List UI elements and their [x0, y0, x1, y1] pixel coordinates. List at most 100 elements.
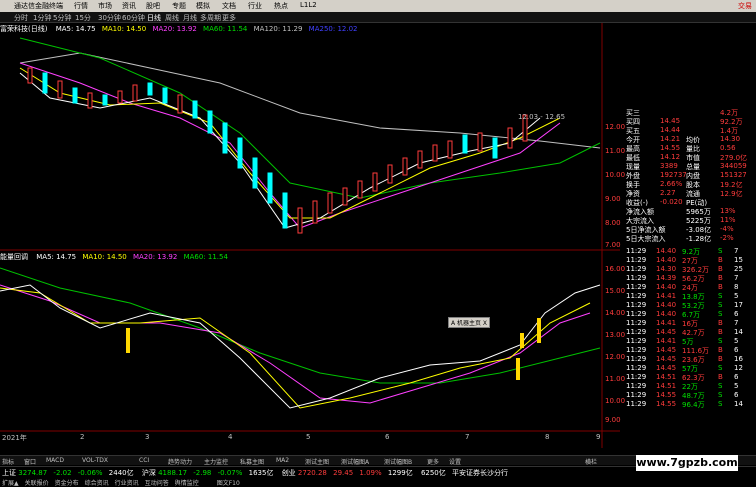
- sz-amount: 1635亿: [248, 469, 274, 477]
- candle: [117, 90, 123, 104]
- menu-l1l2[interactable]: L1L2: [300, 1, 317, 9]
- signal-bar: [537, 318, 541, 343]
- tab-monthly[interactable]: 月线: [183, 13, 197, 23]
- candle: [297, 207, 303, 234]
- indicator-tab[interactable]: 窗口: [24, 457, 36, 466]
- date-tick: 9: [596, 433, 601, 441]
- indicator-tab[interactable]: VOL-TDX: [82, 457, 108, 464]
- tick-row: 11:29 14.41 5万 S 5: [620, 337, 756, 346]
- candle: [327, 192, 333, 214]
- menu-sim[interactable]: 模拟: [196, 1, 210, 11]
- status-links: 扩展▲ 关联报价 资金分布 综合资讯 行业资讯 互动问答 舆情监控 图文F10: [2, 478, 246, 487]
- tick-row: 11:29 14.39 56.2万 B 7: [620, 274, 756, 283]
- status-link[interactable]: 行业资讯: [115, 480, 139, 487]
- menu-quotes[interactable]: 行情: [74, 1, 88, 11]
- sub-price-axis: 16.00 15.00 14.00 13.00 12.00 11.00 10.0…: [605, 250, 625, 430]
- tab-60min[interactable]: 60分钟: [122, 13, 145, 23]
- candle: [267, 172, 273, 204]
- status-link[interactable]: 关联报价: [25, 480, 49, 487]
- quote-value: 14.12: [660, 153, 681, 161]
- candle: [72, 87, 78, 104]
- candle: [342, 187, 348, 206]
- tab-15min[interactable]: 15分: [75, 13, 91, 23]
- menu-news[interactable]: 资讯: [122, 1, 136, 11]
- ma20-label: MA20: 13.92: [152, 25, 197, 33]
- tick-side: B: [718, 328, 723, 336]
- indicator-tab[interactable]: 测试幅图A: [341, 457, 369, 466]
- tick-count: 7: [734, 247, 739, 255]
- news-ticker[interactable]: 平安证券长沙分行: [452, 469, 508, 477]
- indicator-tab[interactable]: 趋势动力: [168, 457, 192, 466]
- tab-5min[interactable]: 5分钟: [53, 13, 71, 23]
- main-ma-lines: [19, 37, 601, 229]
- status-link[interactable]: 资金分布: [55, 480, 79, 487]
- indicator-tab[interactable]: 指标: [2, 457, 14, 466]
- indicator-tab[interactable]: 更多: [427, 457, 439, 466]
- candle: [192, 100, 198, 119]
- tab-multi[interactable]: 多周期: [200, 13, 221, 23]
- tick-side: B: [718, 265, 723, 273]
- tab-weekly[interactable]: 周线: [165, 13, 179, 23]
- menu-topic[interactable]: 专题: [172, 1, 186, 11]
- menu-hot[interactable]: 热点: [274, 1, 288, 11]
- ma5-label: MA5: 14.75: [55, 25, 96, 33]
- chart-area[interactable]: 富荣科技(日线) MA5: 14.75 MA10: 14.50 MA20: 13…: [0, 23, 625, 448]
- tick-count: 16: [734, 355, 743, 363]
- status-link[interactable]: 扩展▲: [2, 480, 19, 487]
- candle: [252, 157, 258, 189]
- popup-tag[interactable]: A 机器主页 X: [448, 317, 491, 328]
- indicator-tab[interactable]: CCI: [139, 457, 149, 464]
- indicator-tab[interactable]: 主力监控: [204, 457, 228, 466]
- tick-side: S: [718, 292, 723, 300]
- tick-time: 11:29: [626, 265, 647, 273]
- tick-row: 11:29 14.40 53.2万 S 17: [620, 301, 756, 310]
- tick-row: 11:29 14.30 326.2万 B 25: [620, 265, 756, 274]
- menu-market[interactable]: 市场: [98, 1, 112, 11]
- candle: [477, 132, 483, 152]
- indicator-tab[interactable]: 测试幅图B: [384, 457, 412, 466]
- trade-button[interactable]: 交易: [738, 1, 752, 11]
- candle: [207, 110, 213, 134]
- tick-time: 11:29: [626, 382, 647, 390]
- status-link[interactable]: 舆情监控: [175, 480, 199, 487]
- tick-side: S: [718, 391, 723, 399]
- candle: [417, 150, 423, 169]
- quote-value: -0.020: [660, 198, 683, 206]
- date-tick: 5: [306, 433, 311, 441]
- main-price-axis: 12.00 11.00 10.00 9.00 8.00 7.00: [605, 23, 625, 250]
- sh-change: -2.02: [53, 469, 72, 477]
- fold-toggle[interactable]: 横栏: [585, 457, 597, 466]
- quote-row: 换手 2.66% 股本 19.2亿: [620, 180, 756, 189]
- status-link[interactable]: 图文F10: [217, 480, 240, 487]
- indicator-tab[interactable]: MACD: [46, 457, 64, 464]
- indicator-tab[interactable]: 设置: [449, 457, 461, 466]
- indicator-tab[interactable]: 私募主图: [240, 457, 264, 466]
- menu-forum[interactable]: 股吧: [146, 1, 160, 11]
- tick-count: 6: [734, 373, 739, 381]
- tick-row: 11:29 14.40 9.2万 S 7: [620, 247, 756, 256]
- tab-30min[interactable]: 30分钟: [98, 13, 121, 23]
- menu-doc[interactable]: 文档: [222, 1, 236, 11]
- candle: [357, 180, 363, 199]
- cy-change: 29.45: [333, 469, 354, 477]
- candle: [102, 94, 108, 106]
- quote-value-2: 14.30: [720, 135, 741, 143]
- tab-daily[interactable]: 日线: [147, 13, 161, 23]
- candle: [492, 137, 498, 159]
- candle: [147, 82, 153, 96]
- tick-time: 11:29: [626, 274, 647, 282]
- tick-row: 11:29 14.45 57万 S 12: [620, 364, 756, 373]
- quote-value-2: 11%: [720, 216, 736, 224]
- tab-fenshi[interactable]: 分时: [14, 13, 28, 23]
- tab-1min[interactable]: 1分钟: [33, 13, 51, 23]
- indicator-tab[interactable]: MA2: [276, 457, 289, 464]
- status-link[interactable]: 互动问答: [145, 480, 169, 487]
- quote-value-2: -4%: [720, 225, 734, 233]
- tick-price: 14.55: [656, 391, 677, 399]
- status-link[interactable]: 综合资讯: [85, 480, 109, 487]
- menu-industry[interactable]: 行业: [248, 1, 262, 11]
- indicator-tab[interactable]: 测试主图: [305, 457, 329, 466]
- ma250-label: MA250: 12.02: [308, 25, 358, 33]
- tick-side: B: [718, 274, 723, 282]
- tab-more[interactable]: 更多: [222, 13, 236, 23]
